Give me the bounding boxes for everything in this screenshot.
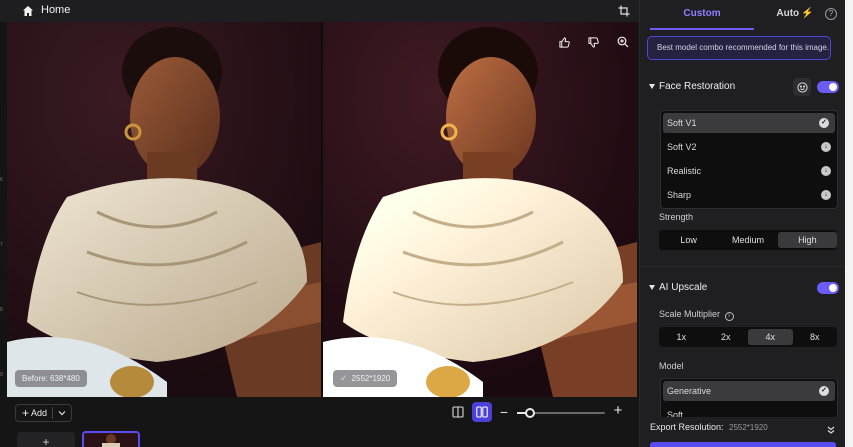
before-resolution-text: Before: 638*480 (22, 374, 80, 383)
plus-icon: + (22, 406, 30, 420)
window-edge (845, 0, 853, 447)
lightning-icon: ⚡ (801, 8, 814, 19)
check-circle-icon: ✓ (819, 386, 829, 396)
before-pane: Before: 638*480 (7, 22, 321, 397)
bottom-toolbar: + Add − + (0, 397, 639, 429)
strength-option-low[interactable]: Low (659, 230, 718, 250)
ruler-mark: 7 (0, 242, 3, 248)
add-image-tile[interactable]: + (17, 432, 75, 447)
thumbs-up-icon[interactable] (556, 34, 572, 50)
home-link[interactable]: Home (41, 4, 70, 16)
zoom-out-button[interactable]: − (498, 403, 510, 421)
tab-auto[interactable]: Auto ⚡ (764, 0, 826, 30)
double-chevron-down-icon[interactable] (826, 422, 836, 434)
top-bar: Home (0, 0, 639, 22)
strength-selector: Low Medium High (659, 230, 837, 250)
strength-label: Strength (659, 212, 694, 222)
ai-upscale-header[interactable]: AI Upscale (640, 279, 846, 299)
upscale-model-option[interactable]: Soft (661, 403, 837, 418)
face-model-label: Soft V1 (667, 118, 697, 128)
tab-auto-label: Auto (776, 8, 800, 19)
after-resolution-badge: ✓ 2552*1920 (333, 370, 398, 387)
check-icon: ✓ (340, 373, 348, 383)
face-model-label: Soft V2 (667, 142, 697, 152)
ai-upscale-toggle[interactable] (817, 282, 839, 294)
scale-option-8x[interactable]: 8x (793, 327, 838, 347)
ai-upscale-title: AI Upscale (659, 282, 708, 293)
zoom-slider[interactable] (517, 408, 605, 418)
zoom-in-button[interactable]: + (611, 402, 625, 420)
tab-custom-label: Custom (683, 8, 721, 19)
tab-custom[interactable]: Custom (640, 0, 764, 30)
face-restoration-toggle[interactable] (817, 81, 839, 93)
before-resolution-badge: Before: 638*480 (15, 370, 87, 387)
face-model-label: Realistic (667, 166, 702, 176)
section-divider (640, 266, 846, 267)
zoom-slider-thumb[interactable] (525, 408, 535, 418)
settings-panel: Custom Auto ⚡ ? Best model combo recommen… (639, 0, 846, 447)
help-icon[interactable]: ? (825, 8, 837, 20)
chevron-down-icon[interactable] (57, 407, 67, 419)
ruler-mark: 6 (0, 177, 3, 183)
comparison-viewer[interactable]: Before: 638*480 ✓ 2552*1920 (7, 22, 637, 397)
download-icon[interactable]: ↓ (821, 142, 831, 152)
app-root: Home Before: 638*480 ✓ 2552*1920 + Add −… (0, 0, 853, 447)
after-photo (323, 22, 637, 397)
zoom-in-icon[interactable] (615, 34, 631, 50)
upscale-model-list: Generative ✓ Soft (660, 378, 838, 418)
single-view-icon[interactable] (448, 402, 468, 422)
add-button[interactable]: + Add (15, 404, 72, 422)
face-restoration-title: Face Restoration (659, 81, 736, 92)
before-photo (7, 22, 321, 397)
face-model-option[interactable]: Soft V2 ↓ (661, 135, 837, 159)
smiley-face-icon (796, 81, 808, 93)
caret-down-icon[interactable] (649, 285, 655, 290)
face-model-list: Soft V1 ✓ Soft V2 ↓ Realistic ↓ Sharp ↓ (660, 110, 838, 209)
caret-down-icon[interactable] (649, 84, 655, 89)
face-model-option[interactable]: Soft V1 ✓ (663, 113, 835, 133)
export-resolution-bar[interactable]: Export Resolution: 2552*1920 (640, 417, 846, 439)
strength-option-medium[interactable]: Medium (718, 230, 777, 250)
split-view-icon[interactable] (472, 402, 492, 422)
add-button-label: Add (31, 408, 48, 418)
active-tab-indicator (650, 28, 754, 30)
face-model-option[interactable]: Realistic ↓ (661, 159, 837, 183)
mode-tabs: Custom Auto ⚡ ? (640, 0, 846, 30)
upscale-model-option[interactable]: Generative ✓ (663, 381, 835, 401)
after-resolution-text: 2552*1920 (351, 374, 391, 383)
after-pane: ✓ 2552*1920 (323, 22, 637, 397)
export-resolution-value: 2552*1920 (729, 423, 768, 432)
thumbs-down-icon[interactable] (585, 34, 601, 50)
info-icon[interactable]: i (724, 312, 734, 321)
editor-area: Home Before: 638*480 ✓ 2552*1920 + Add −… (0, 0, 639, 447)
scale-option-2x[interactable]: 2x (704, 327, 749, 347)
face-model-option[interactable]: Sharp ↓ (661, 183, 837, 207)
export-resolution-label: Export Resolution: (650, 422, 724, 432)
scale-selector: 1x 2x 4x 8x (659, 327, 837, 347)
face-preview-button[interactable] (793, 78, 811, 96)
ruler-mark: 8 (0, 307, 3, 313)
check-circle-icon: ✓ (819, 118, 829, 128)
image-thumbnail[interactable] (82, 431, 140, 447)
home-icon[interactable] (22, 4, 34, 16)
strength-option-high[interactable]: High (777, 232, 837, 248)
scale-option-4x[interactable]: 4x (748, 329, 793, 345)
thumbnail-preview (84, 433, 138, 447)
download-icon[interactable]: ↓ (821, 166, 831, 176)
recommendation-tip: Best model combo recommended for this im… (647, 36, 831, 60)
crop-icon[interactable] (618, 4, 630, 17)
face-model-label: Sharp (667, 190, 692, 200)
ruler-mark: 9 (0, 372, 3, 378)
scale-multiplier-label: Scale Multiplier i (659, 309, 734, 321)
download-icon[interactable]: ↓ (821, 190, 831, 200)
scale-multiplier-text: Scale Multiplier (659, 309, 721, 319)
model-label: Model (659, 361, 684, 371)
export-button[interactable] (650, 442, 836, 447)
add-button-separator (52, 407, 53, 419)
upscale-model-label: Generative (667, 386, 712, 396)
thumbnail-strip: + (0, 429, 639, 447)
face-restoration-header[interactable]: Face Restoration (640, 78, 846, 98)
scale-option-1x[interactable]: 1x (659, 327, 704, 347)
